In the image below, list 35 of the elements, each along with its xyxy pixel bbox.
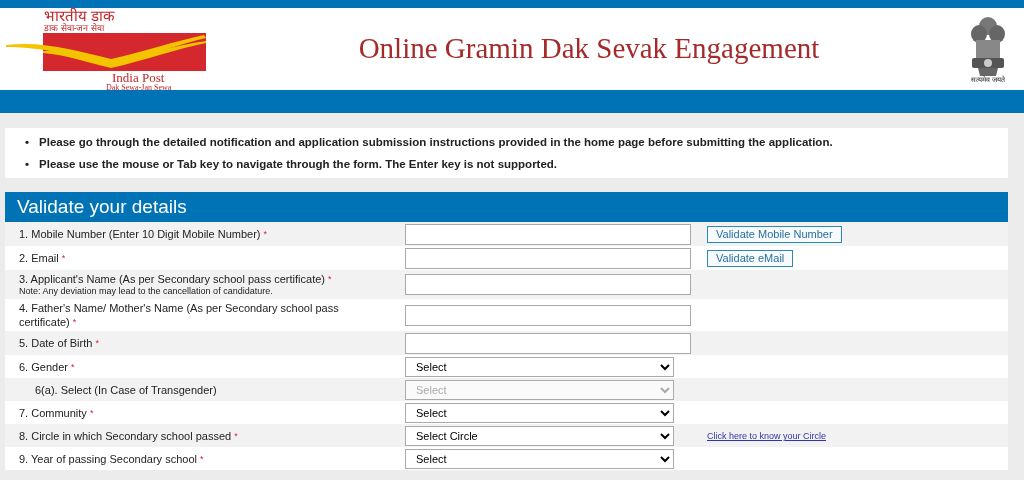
logo-icon [6,33,206,71]
site-title: Online Gramin Dak Sevak Engagement [358,31,820,67]
field-label: 7. Community * [19,405,95,420]
notice-text: Please use the mouse or Tab key to navigate through the form. The Enter key is not supported. [39,157,558,172]
text-field[interactable] [405,247,691,269]
logo-hindi-title: भारतीय डाक [44,8,116,23]
logo-hindi-tagline: डाक सेवा-जन सेवा [44,23,104,33]
notice-text: Please go through the detailed notification and application submission instructions provided in the home page before submitting the application. [39,135,833,150]
section-heading: Validate your details [5,192,1008,222]
field-label: 2. Email * [19,251,67,265]
dropdown[interactable]: Select [405,402,674,423]
dropdown[interactable]: Select Circle [405,425,674,446]
dropdown[interactable]: Select [405,448,674,469]
field-label: 1. Mobile Number (Enter 10 Digit Mobile Number) * [19,227,269,241]
text-field[interactable] [405,332,691,354]
bullet: • [25,157,30,172]
field-label: 6. Gender * [19,359,76,374]
logo-tagline: Dak Sewa-Jan Sewa [106,84,172,92]
text-field[interactable] [405,304,691,326]
text-field[interactable] [405,274,691,295]
field-label: 9. Year of passing Secondary school * [19,451,205,466]
field-label: 3. Applicant's Name (As per Secondary school pass certificate) * [19,272,333,286]
circle-link[interactable]: Click here to know your Circle [707,431,827,442]
dropdown[interactable]: Select [405,356,674,377]
validate-button[interactable]: Validate Mobile Number [707,225,842,243]
validate-button[interactable]: Validate eMail [707,249,794,267]
bullet: • [25,135,30,150]
text-field[interactable] [405,223,691,245]
field-label: 6(a). Select (In Case of Transgender) [35,382,218,397]
emblem-icon [968,14,1008,76]
field-label: 8. Circle in which Secondary school passed * [19,428,239,443]
field-label: 5. Date of Birth * [19,336,100,350]
logo-name: India Post [112,71,165,84]
field-label: 4. Father's Name/ Mother's Name (As per Secondary school pass certificate) * [19,301,340,329]
field-note: Note: Any deviation may lead to the cancellation of candidature. [19,286,274,297]
